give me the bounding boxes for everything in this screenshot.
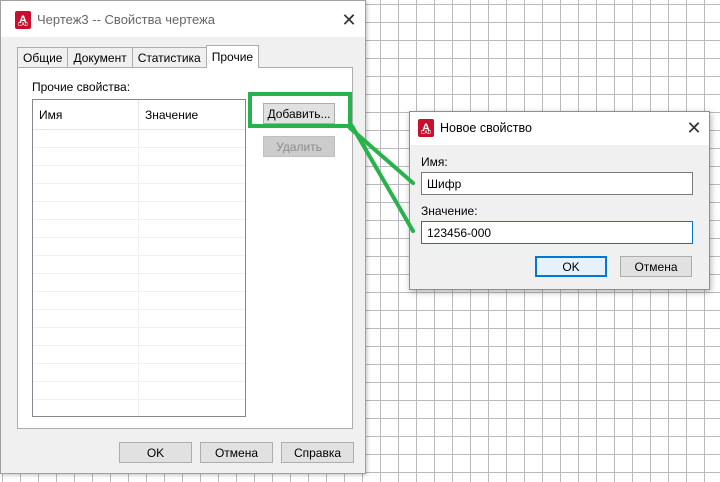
- cell-value: [139, 292, 245, 309]
- cell-value: [139, 166, 245, 183]
- drawing-properties-dialog: A CAD Чертеж3 -- Свойства чертежа ✕ Общие…: [0, 0, 366, 474]
- ok-button[interactable]: OK: [119, 442, 192, 463]
- list-header: Имя Значение: [33, 100, 245, 130]
- cell-name: [33, 310, 139, 327]
- cell-name: [33, 328, 139, 345]
- window-title: Чертеж3 -- Свойства чертежа: [37, 12, 216, 27]
- cell-value: [139, 184, 245, 201]
- list-item: [33, 130, 245, 148]
- list-item: [33, 400, 245, 416]
- list-item: [33, 274, 245, 292]
- cell-name: [33, 274, 139, 291]
- list-item: [33, 148, 245, 166]
- add-button[interactable]: Добавить...: [263, 103, 335, 124]
- cell-name: [33, 400, 139, 416]
- list-item: [33, 238, 245, 256]
- name-input[interactable]: [421, 172, 693, 195]
- cell-name: [33, 238, 139, 255]
- cell-value: [139, 328, 245, 345]
- cell-value: [139, 274, 245, 291]
- custom-properties-label: Прочие свойства:: [32, 80, 131, 94]
- cell-name: [33, 364, 139, 381]
- list-item: [33, 346, 245, 364]
- tab-custom[interactable]: Прочие: [205, 45, 260, 68]
- new-property-cancel-button[interactable]: Отмена: [620, 256, 692, 277]
- custom-properties-list[interactable]: Имя Значение: [32, 99, 246, 417]
- tab-strip: Общие Документ Статистика Прочие: [17, 45, 260, 68]
- new-property-dialog: ACAD Новое свойство ✕ Имя: Значение: OK …: [409, 111, 710, 290]
- cell-name: [33, 148, 139, 165]
- close-icon[interactable]: ✕: [682, 116, 706, 140]
- column-header-value[interactable]: Значение: [139, 100, 245, 129]
- tab-document[interactable]: Документ: [67, 47, 133, 68]
- cell-value: [139, 400, 245, 416]
- list-item: [33, 166, 245, 184]
- value-label: Значение:: [421, 204, 478, 218]
- new-property-title-bar: A CAD Новое свойство ✕: [410, 112, 709, 145]
- cell-value: [139, 220, 245, 237]
- value-input[interactable]: [421, 221, 693, 244]
- cell-name: [33, 220, 139, 237]
- cell-name: [33, 202, 139, 219]
- cell-value: [139, 202, 245, 219]
- tab-general[interactable]: Общие: [17, 47, 69, 68]
- list-item: [33, 256, 245, 274]
- cell-value: [139, 256, 245, 273]
- column-header-name[interactable]: Имя: [33, 100, 139, 129]
- list-rows: [33, 130, 245, 416]
- cell-name: [33, 346, 139, 363]
- list-item: [33, 220, 245, 238]
- cell-name: [33, 256, 139, 273]
- title-bar: A CAD Чертеж3 -- Свойства чертежа ✕: [1, 1, 365, 37]
- list-item: [33, 364, 245, 382]
- help-button[interactable]: Справка: [281, 442, 354, 463]
- autocad-icon: A CAD: [418, 119, 434, 137]
- name-label: Имя:: [421, 155, 448, 169]
- cancel-button[interactable]: Отмена: [200, 442, 273, 463]
- close-icon[interactable]: ✕: [337, 8, 361, 32]
- cell-name: [33, 382, 139, 399]
- list-item: [33, 382, 245, 400]
- cell-name: [33, 184, 139, 201]
- list-item: [33, 328, 245, 346]
- cell-value: [139, 364, 245, 381]
- cell-value: [139, 382, 245, 399]
- cell-name: [33, 130, 139, 147]
- cell-value: [139, 130, 245, 147]
- cell-value: [139, 238, 245, 255]
- list-item: [33, 310, 245, 328]
- list-item: [33, 202, 245, 220]
- cell-name: [33, 292, 139, 309]
- autocad-icon: A CAD: [15, 11, 31, 29]
- delete-button[interactable]: Удалить: [263, 136, 335, 157]
- cell-value: [139, 310, 245, 327]
- cell-value: [139, 148, 245, 165]
- list-item: [33, 184, 245, 202]
- list-item: [33, 292, 245, 310]
- cell-name: [33, 166, 139, 183]
- new-property-ok-button[interactable]: OK: [535, 256, 607, 277]
- new-property-title: Новое свойство: [440, 121, 532, 135]
- cell-value: [139, 346, 245, 363]
- tab-statistics[interactable]: Статистика: [131, 47, 207, 68]
